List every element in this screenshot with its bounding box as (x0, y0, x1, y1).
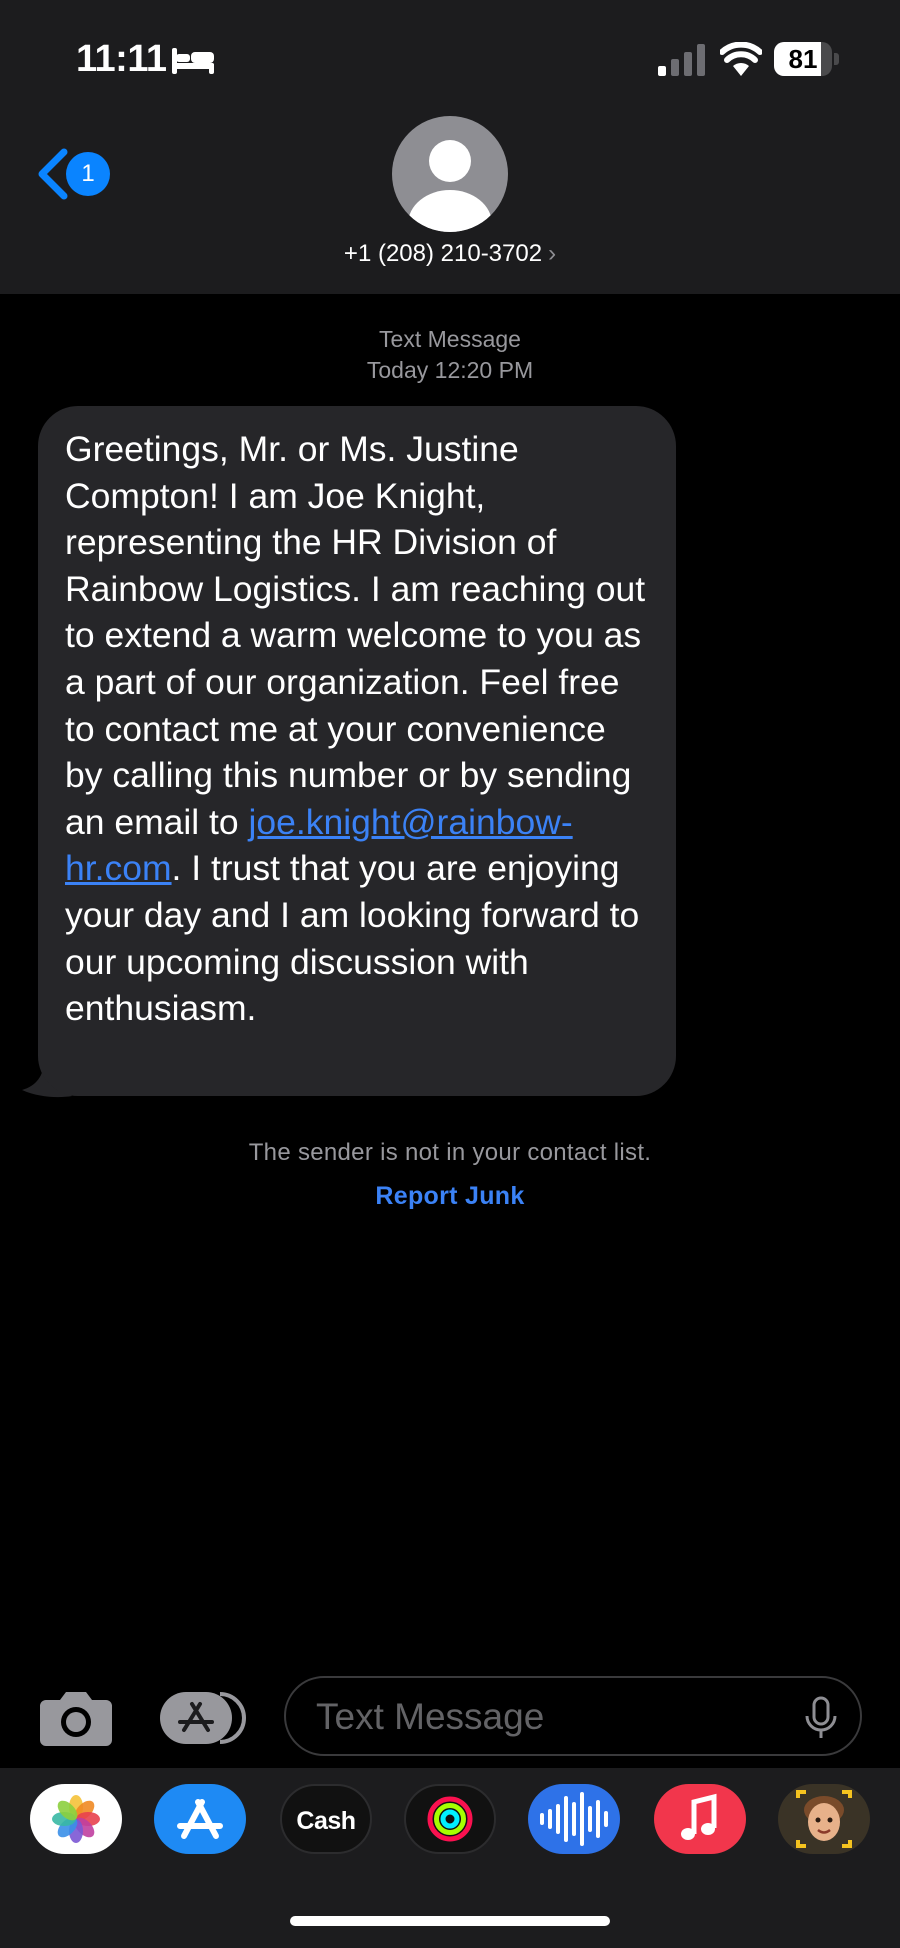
unknown-sender-warning: The sender is not in your contact list. (248, 1139, 652, 1166)
message-input[interactable]: Text Message (284, 1676, 862, 1756)
message-input-placeholder: Text Message (316, 1696, 545, 1737)
home-indicator[interactable] (290, 1916, 610, 1926)
message-type-label: Text Message (379, 326, 521, 352)
battery-indicator: 81 (774, 42, 840, 76)
back-unread-badge[interactable]: 1 (66, 152, 110, 196)
memoji-icon[interactable] (778, 1784, 870, 1854)
message-timestamp: Today 12:20 PM (366, 357, 534, 383)
person-silhouette-icon (408, 140, 492, 232)
camera-icon[interactable] (40, 1688, 112, 1746)
apple-cash-icon[interactable]: Cash (280, 1784, 372, 1854)
app-store-icon[interactable] (154, 1784, 246, 1854)
app-store-apps-icon[interactable] (160, 1692, 246, 1744)
sleep-focus-icon (172, 48, 214, 74)
wifi-icon (720, 42, 762, 76)
music-icon[interactable] (654, 1784, 746, 1854)
contact-name[interactable]: +1 (208) 210-3702 › (0, 240, 900, 268)
cellular-signal-icon (658, 44, 705, 76)
contact-number[interactable]: +1 (208) 210-3702 (344, 240, 542, 267)
message-bubble[interactable]: Greetings, Mr. or Ms. Justine Compton! I… (38, 406, 676, 1096)
report-junk-link[interactable]: Report Junk (0, 1182, 900, 1211)
battery-level: 81 (788, 44, 818, 74)
back-chevron-icon[interactable] (36, 148, 70, 200)
fitness-icon[interactable] (404, 1784, 496, 1854)
chevron-right-icon: › (548, 240, 557, 267)
cash-label: Cash (296, 1807, 356, 1835)
message-text: Greetings, Mr. or Ms. Justine Compton! I… (65, 429, 646, 842)
photos-app-icon[interactable] (30, 1784, 122, 1854)
status-time: 11:11 (76, 38, 167, 80)
microphone-icon[interactable] (804, 1696, 838, 1740)
contact-avatar[interactable] (392, 116, 508, 232)
audio-message-icon[interactable] (528, 1784, 620, 1854)
